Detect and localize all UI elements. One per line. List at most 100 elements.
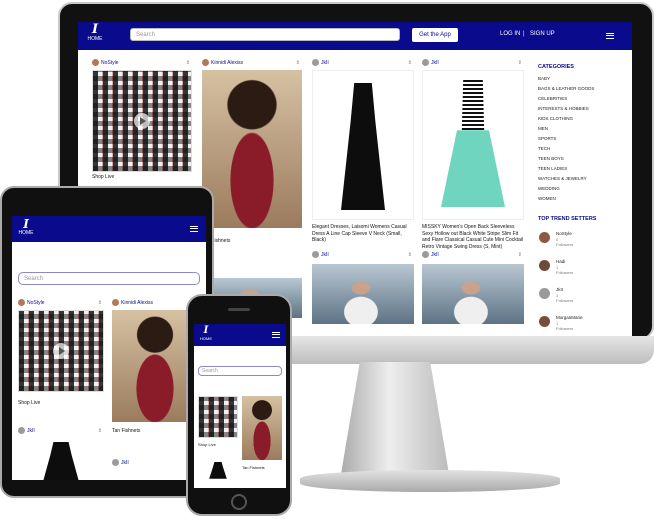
hamburger-menu-icon[interactable] [606,33,614,39]
feed-card[interactable]: JkII ⇪ [18,426,104,480]
user-avatar[interactable] [18,427,25,434]
user-avatar[interactable] [312,251,319,258]
trend-setter-avatar[interactable] [539,232,550,243]
card-username[interactable]: NoStyle [27,300,45,306]
share-icon[interactable]: ⇪ [408,252,412,258]
share-icon[interactable]: ⇪ [98,428,102,434]
user-avatar[interactable] [92,59,99,66]
desktop-navbar: I HOME Search Get the App LOG IN | SIGN … [78,22,632,50]
category-link[interactable]: SPORTS [538,136,556,141]
search-input[interactable]: Search [130,28,400,41]
hamburger-menu-icon[interactable] [190,226,198,232]
product-image[interactable] [422,70,524,220]
trend-setter-name[interactable]: NoStyle [556,231,572,236]
get-the-app-button[interactable]: Get the App [412,28,458,42]
signup-link[interactable]: SIGN UP [530,31,555,37]
feed-card[interactable]: JkII ⇪ Elegant Dresses, Laisomi Womens C… [312,58,414,324]
category-link[interactable]: TEEN BOYS [538,156,564,161]
trend-setter-avatar[interactable] [539,288,550,299]
category-link[interactable]: WOMEN [538,196,556,201]
card-username[interactable]: JkII [321,252,329,258]
card-caption[interactable]: Shop Live [92,174,192,181]
share-icon[interactable]: ⇪ [186,60,190,66]
share-icon[interactable]: ⇪ [408,60,412,66]
product-image[interactable] [198,396,238,438]
user-avatar[interactable] [18,299,25,306]
category-link[interactable]: BABY [538,76,550,81]
home-logo[interactable]: I HOME [198,325,214,341]
trend-setter-name[interactable]: MorganMarie [556,315,583,320]
card-username[interactable]: JkII [431,60,439,66]
card-username[interactable]: JkII [121,460,129,466]
card-caption[interactable]: MISSKY Women's Open Back Sleeveless Sexy… [422,224,524,250]
feed-card[interactable]: Shop Live [198,388,238,480]
card-username[interactable]: JkII [431,252,439,258]
category-link[interactable]: INTERESTS & HOBBIES [538,106,589,111]
feed-card[interactable]: NoStyle ⇪ Shop Live [92,58,192,188]
user-avatar[interactable] [422,59,429,66]
product-image[interactable] [312,70,414,220]
category-link[interactable]: TEEN LADIES [538,166,567,171]
trend-setter-avatar[interactable] [539,316,550,327]
card-header: JkII ⇪ [18,426,104,436]
feed-card[interactable]: NoStyle ⇪ Shop Live [18,298,104,418]
product-image[interactable] [92,70,192,172]
user-avatar[interactable] [112,459,119,466]
logo-letter: I [91,22,99,37]
user-avatar[interactable] [202,59,209,66]
share-icon[interactable]: ⇪ [518,252,522,258]
product-image[interactable] [198,460,238,480]
trend-setter-name[interactable]: Hadi [556,259,565,264]
card-username[interactable]: Kinnidi Alexiss [211,60,243,66]
category-link[interactable]: TECH [538,146,550,151]
card-caption[interactable]: Shop Live [198,442,238,449]
phone-device: I HOME Search Shop Live Tan Fishnets [186,294,292,516]
card-caption[interactable]: Tan Fishnets [242,465,282,472]
search-input[interactable]: Search [198,366,282,376]
card-caption[interactable]: Shop Live [18,400,104,407]
search-placeholder: Search [202,368,218,374]
home-logo[interactable]: I HOME [16,218,36,236]
category-link[interactable]: WEDDING [538,186,560,191]
category-link[interactable]: KIDS CLOTHING [538,116,573,121]
card-caption[interactable]: Tan Fishnets [202,238,302,245]
share-icon[interactable]: ⇪ [296,60,300,66]
card-username[interactable]: Kinnidi Alexiss [121,300,153,306]
play-icon[interactable] [53,343,69,359]
feed-card[interactable]: Tan Fishnets [242,388,282,478]
card-username[interactable]: JkII [321,60,329,66]
home-label: HOME [200,336,212,341]
user-avatar[interactable] [112,299,119,306]
user-avatar[interactable] [422,251,429,258]
category-link[interactable]: MEN [538,126,548,131]
share-icon[interactable]: ⇪ [98,300,102,306]
trend-setter-name[interactable]: JkII [556,287,563,292]
search-input[interactable]: Search [18,272,200,285]
feed-card[interactable]: Kinnidi Alexiss ⇪ Tan Fishnets [202,58,302,318]
product-image[interactable] [18,438,104,480]
product-image[interactable] [312,264,414,324]
product-image[interactable] [202,70,302,228]
category-link[interactable]: BAGS & LEATHER GOODS [538,86,594,91]
category-link[interactable]: WATCHES & JEWELRY [538,176,587,181]
feed-card[interactable]: JkII ⇪ MISSKY Women's Open Back Sleevele… [422,58,524,324]
share-icon[interactable]: ⇪ [518,60,522,66]
card-caption[interactable]: Elegant Dresses, Laisomi Womens Casual D… [312,224,414,244]
user-avatar[interactable] [312,59,319,66]
categories-title: CATEGORIES [538,64,574,70]
card-username[interactable]: JkII [27,428,35,434]
home-logo[interactable]: I HOME [86,23,104,42]
trend-setter-avatar[interactable] [539,260,550,271]
card-header: JkII ⇪ [312,250,414,260]
play-icon[interactable] [134,113,150,129]
hamburger-menu-icon[interactable] [272,332,280,338]
card-header: Kinnidi Alexiss ⇪ [202,58,302,68]
login-link[interactable]: LOG IN [500,31,520,37]
product-image[interactable] [18,310,104,392]
product-image[interactable] [422,264,524,324]
card-username[interactable]: NoStyle [101,60,119,66]
product-image[interactable] [242,396,282,460]
phone-home-button[interactable] [231,494,247,510]
tablet-screen: I HOME Search NoStyle ⇪ Shop Live Kinnid… [12,216,206,480]
category-link[interactable]: CELEBRITIES [538,96,567,101]
